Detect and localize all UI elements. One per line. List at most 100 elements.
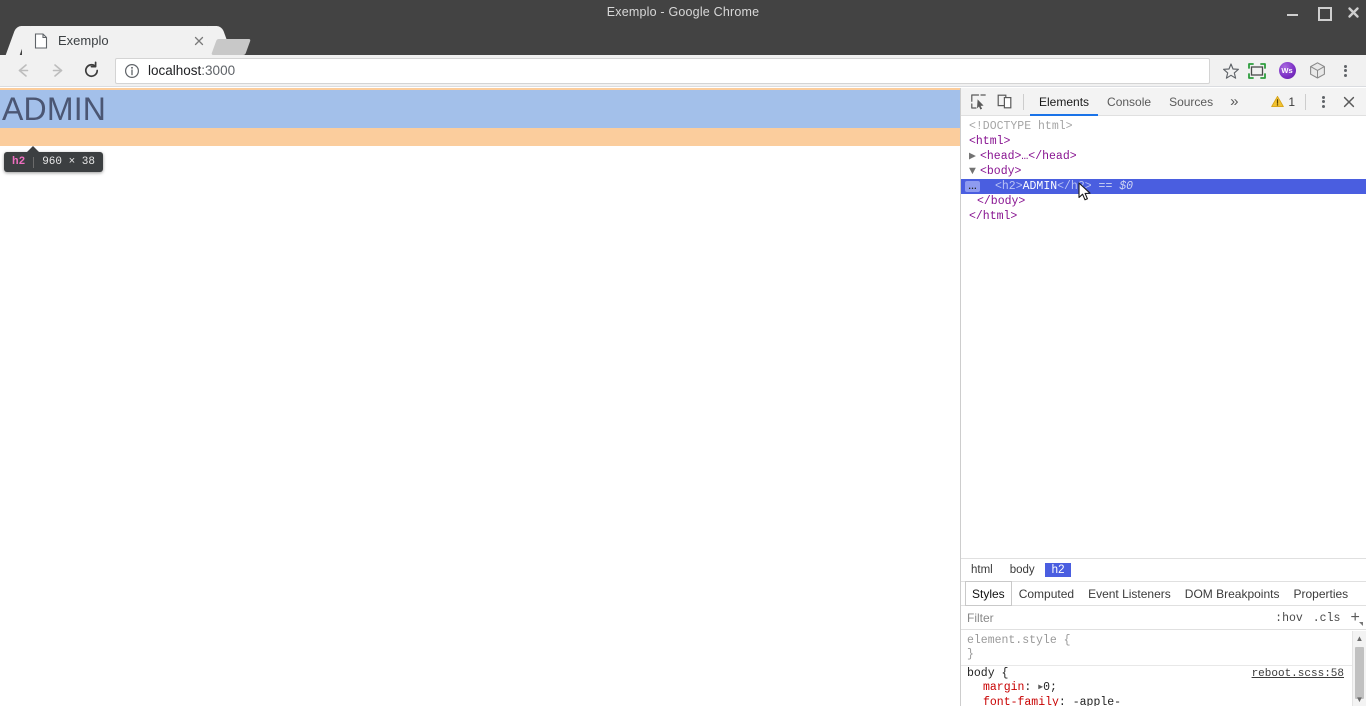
- inspect-cursor-icon: [970, 94, 986, 110]
- mouse-cursor-icon: [1078, 182, 1091, 201]
- arrow-right-icon: [52, 64, 62, 77]
- address-bar-url: localhost:3000: [148, 63, 235, 78]
- tab-close-button[interactable]: [192, 34, 206, 48]
- dom-tag-body-close: </body>: [977, 195, 1026, 208]
- cls-toggle-button[interactable]: .cls: [1313, 612, 1341, 625]
- window-title: Exemplo - Google Chrome: [606, 5, 760, 19]
- tab-computed[interactable]: Computed: [1012, 581, 1081, 606]
- page-favicon-icon: [34, 32, 48, 49]
- warning-triangle-icon: [1271, 95, 1285, 107]
- tab-event-listeners[interactable]: Event Listeners: [1081, 581, 1178, 606]
- page-viewport[interactable]: ADMIN h2 960 × 38: [0, 88, 960, 706]
- highlight-tag-name: h2: [12, 156, 26, 168]
- dom-tag-head: <head>…</head>: [980, 150, 1077, 163]
- reload-button[interactable]: [77, 57, 105, 85]
- extension-icons: Ws: [1246, 60, 1332, 82]
- prop-value-font-family-part1[interactable]: -apple-: [1073, 696, 1121, 706]
- warning-indicator[interactable]: 1: [1265, 95, 1301, 109]
- kebab-menu-icon: [1343, 63, 1347, 78]
- ws-badge-label: Ws: [1278, 62, 1296, 79]
- toolbar-divider-2: [1305, 93, 1306, 110]
- url-port: :3000: [201, 63, 236, 78]
- close-icon: [194, 36, 204, 46]
- back-button[interactable]: [9, 57, 37, 85]
- dom-tree[interactable]: <!DOCTYPE html> <html> ▶ <head>…</head> ▼…: [961, 116, 1366, 556]
- expand-triangle-icon[interactable]: ▶: [1038, 681, 1043, 695]
- tab-title: Exemplo: [58, 33, 109, 48]
- tab-properties[interactable]: Properties: [1286, 581, 1355, 606]
- tab-styles[interactable]: Styles: [965, 581, 1012, 606]
- device-toolbar-toggle[interactable]: [991, 90, 1017, 114]
- styles-filter-input[interactable]: Filter: [967, 611, 994, 625]
- hov-toggle-button[interactable]: :hov: [1275, 612, 1303, 625]
- kebab-menu-icon: [1321, 94, 1325, 109]
- tab-elements[interactable]: Elements: [1030, 88, 1098, 116]
- prop-name-font-family[interactable]: font-family: [983, 696, 1059, 706]
- tab-dom-breakpoints[interactable]: DOM Breakpoints: [1178, 581, 1287, 606]
- close-window-button[interactable]: [1346, 5, 1360, 19]
- device-toolbar-icon: [997, 94, 1011, 109]
- styles-pane-tabs: Styles Computed Event Listeners DOM Brea…: [961, 581, 1366, 606]
- element-style-selector: element.style {: [967, 634, 1071, 647]
- warning-count: 1: [1288, 94, 1295, 109]
- scroll-down-arrow-icon[interactable]: ▼: [1353, 692, 1366, 706]
- address-bar[interactable]: localhost:3000: [115, 57, 1210, 84]
- inspect-element-button[interactable]: [965, 90, 991, 114]
- devtools-close-button[interactable]: [1336, 90, 1362, 114]
- cube-extension-icon[interactable]: [1306, 60, 1328, 82]
- dom-text-admin: ADMIN: [1022, 180, 1058, 193]
- tab-console[interactable]: Console: [1098, 88, 1160, 116]
- dom-line-html-close[interactable]: </html>: [961, 209, 1366, 224]
- dom-line-doctype[interactable]: <!DOCTYPE html>: [961, 119, 1366, 134]
- expand-arrow-icon[interactable]: ▶: [969, 149, 980, 164]
- page-heading: ADMIN: [2, 90, 107, 127]
- collapse-arrow-icon[interactable]: ▼: [969, 164, 980, 179]
- minimize-button[interactable]: [1286, 5, 1300, 19]
- close-icon: [1343, 96, 1355, 107]
- scroll-up-arrow-icon[interactable]: ▲: [1353, 631, 1366, 645]
- screenshot-capture-icon[interactable]: [1246, 60, 1268, 82]
- element-style-closing-brace: }: [967, 648, 974, 661]
- new-tab-button[interactable]: [211, 39, 251, 55]
- tab-sources[interactable]: Sources: [1160, 88, 1222, 116]
- breadcrumb-body[interactable]: body: [1003, 563, 1042, 577]
- maximize-button[interactable]: [1316, 5, 1332, 21]
- stylesheet-source-link[interactable]: reboot.scss:58: [1252, 667, 1344, 681]
- devtools-tabs: Elements Console Sources »: [1030, 88, 1246, 116]
- devtools-panel: Elements Console Sources » 1 <!DOCTYPE h…: [960, 88, 1366, 706]
- dom-line-html-open[interactable]: <html>: [961, 134, 1366, 149]
- forward-button[interactable]: [43, 57, 71, 85]
- more-tabs-button[interactable]: »: [1222, 93, 1246, 110]
- styles-scrollbar[interactable]: ▲ ▼: [1352, 631, 1366, 706]
- dom-tag-html: <html>: [969, 135, 1011, 148]
- dom-dollar-zero-ref: == $0: [1098, 180, 1134, 193]
- prop-name-margin[interactable]: margin: [983, 681, 1024, 694]
- dom-line-body-open[interactable]: ▼ <body>: [961, 164, 1366, 179]
- styles-filter-row: Filter :hov .cls +: [961, 607, 1366, 630]
- reload-icon: [84, 61, 98, 77]
- dom-breadcrumb: html body h2: [961, 558, 1366, 581]
- breadcrumb-h2[interactable]: h2: [1044, 563, 1072, 577]
- bookmark-star-button[interactable]: [1218, 58, 1244, 84]
- breadcrumb-html[interactable]: html: [964, 563, 1000, 577]
- info-circle-icon[interactable]: [124, 63, 140, 79]
- prop-value-margin[interactable]: 0;: [1043, 681, 1057, 694]
- chrome-menu-button[interactable]: [1332, 58, 1358, 84]
- url-host: localhost: [148, 63, 202, 78]
- browser-tab-exemplo[interactable]: Exemplo: [22, 26, 216, 55]
- dom-badge-ellipsis[interactable]: …: [965, 181, 980, 192]
- style-rule-body[interactable]: body { reboot.scss:58 margin: ▶0; font-f…: [961, 666, 1352, 706]
- dom-doctype-text: <!DOCTYPE html>: [969, 120, 1073, 133]
- devtools-toolbar: Elements Console Sources » 1: [961, 88, 1366, 116]
- style-rule-element-style[interactable]: element.style { }: [961, 633, 1352, 666]
- dom-line-body-close[interactable]: </body>: [961, 194, 1366, 209]
- dom-tag-html-close: </html>: [969, 210, 1018, 223]
- dom-line-h2-selected[interactable]: … <h2>ADMIN</h2> == $0: [961, 179, 1366, 194]
- new-style-rule-button[interactable]: +: [1350, 610, 1363, 626]
- dom-line-head[interactable]: ▶ <head>…</head>: [961, 149, 1366, 164]
- element-highlight-tooltip: h2 960 × 38: [4, 146, 104, 172]
- devtools-menu-button[interactable]: [1310, 90, 1336, 114]
- ws-extension-icon[interactable]: Ws: [1276, 60, 1298, 82]
- highlight-dimensions: 960 × 38: [42, 156, 96, 168]
- dom-open-tag-h2: <h2>: [995, 180, 1023, 193]
